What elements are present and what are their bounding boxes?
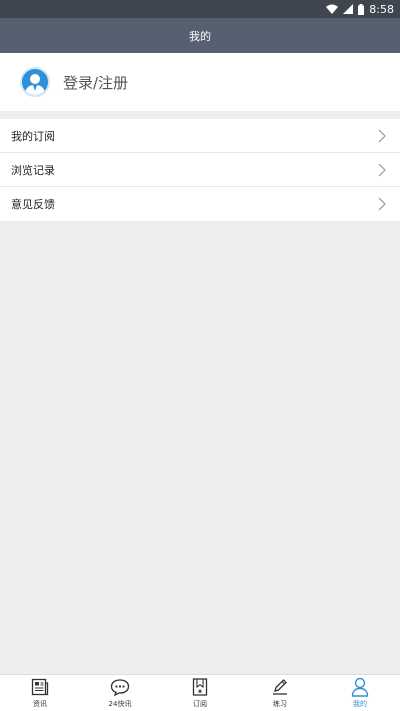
login-row[interactable]: 登录/注册: [0, 53, 400, 111]
tab-label: 24快讯: [108, 700, 132, 708]
title-bar: 我的: [0, 18, 400, 53]
tab-mine[interactable]: 我的: [320, 675, 400, 711]
chevron-right-icon: [378, 163, 386, 176]
page-title: 我的: [189, 29, 211, 43]
battery-icon: [358, 3, 365, 15]
chevron-right-icon: [378, 197, 386, 211]
bottom-tab-bar: 资讯 24快讯 订阅 练习 我的: [0, 674, 400, 711]
menu-item-subscriptions[interactable]: 我的订阅: [0, 119, 400, 153]
signal-icon: [343, 4, 354, 14]
chevron-right-icon: [378, 129, 386, 142]
status-bar: 8:58: [0, 0, 400, 18]
menu-item-history[interactable]: 浏览记录: [0, 153, 400, 187]
status-time: 8:58: [369, 2, 394, 16]
menu-item-label: 意见反馈: [11, 198, 55, 211]
wifi-icon: [326, 4, 339, 14]
newspaper-icon: [31, 678, 49, 696]
tab-label: 资讯: [33, 700, 47, 708]
tab-news[interactable]: 资讯: [0, 675, 80, 711]
menu-item-label: 我的订阅: [11, 129, 55, 143]
user-avatar-icon: [25, 74, 45, 95]
tab-24-flash[interactable]: 24快讯: [80, 675, 160, 711]
pencil-icon: [273, 679, 287, 695]
tab-subscribe[interactable]: 订阅: [160, 675, 240, 711]
tab-label: 练习: [273, 700, 287, 708]
avatar: [20, 67, 50, 97]
login-register-label: 登录/注册: [63, 73, 129, 92]
tab-label: 我的: [353, 700, 367, 708]
chat-bubble-icon: [110, 679, 130, 696]
menu-item-label: 浏览记录: [11, 163, 55, 177]
person-icon: [351, 677, 369, 697]
bookmark-icon: [192, 678, 208, 696]
menu-list: 我的订阅 浏览记录 意见反馈: [0, 119, 400, 221]
tab-label: 订阅: [193, 700, 207, 708]
tab-practice[interactable]: 练习: [240, 675, 320, 711]
menu-item-feedback[interactable]: 意见反馈: [0, 187, 400, 221]
